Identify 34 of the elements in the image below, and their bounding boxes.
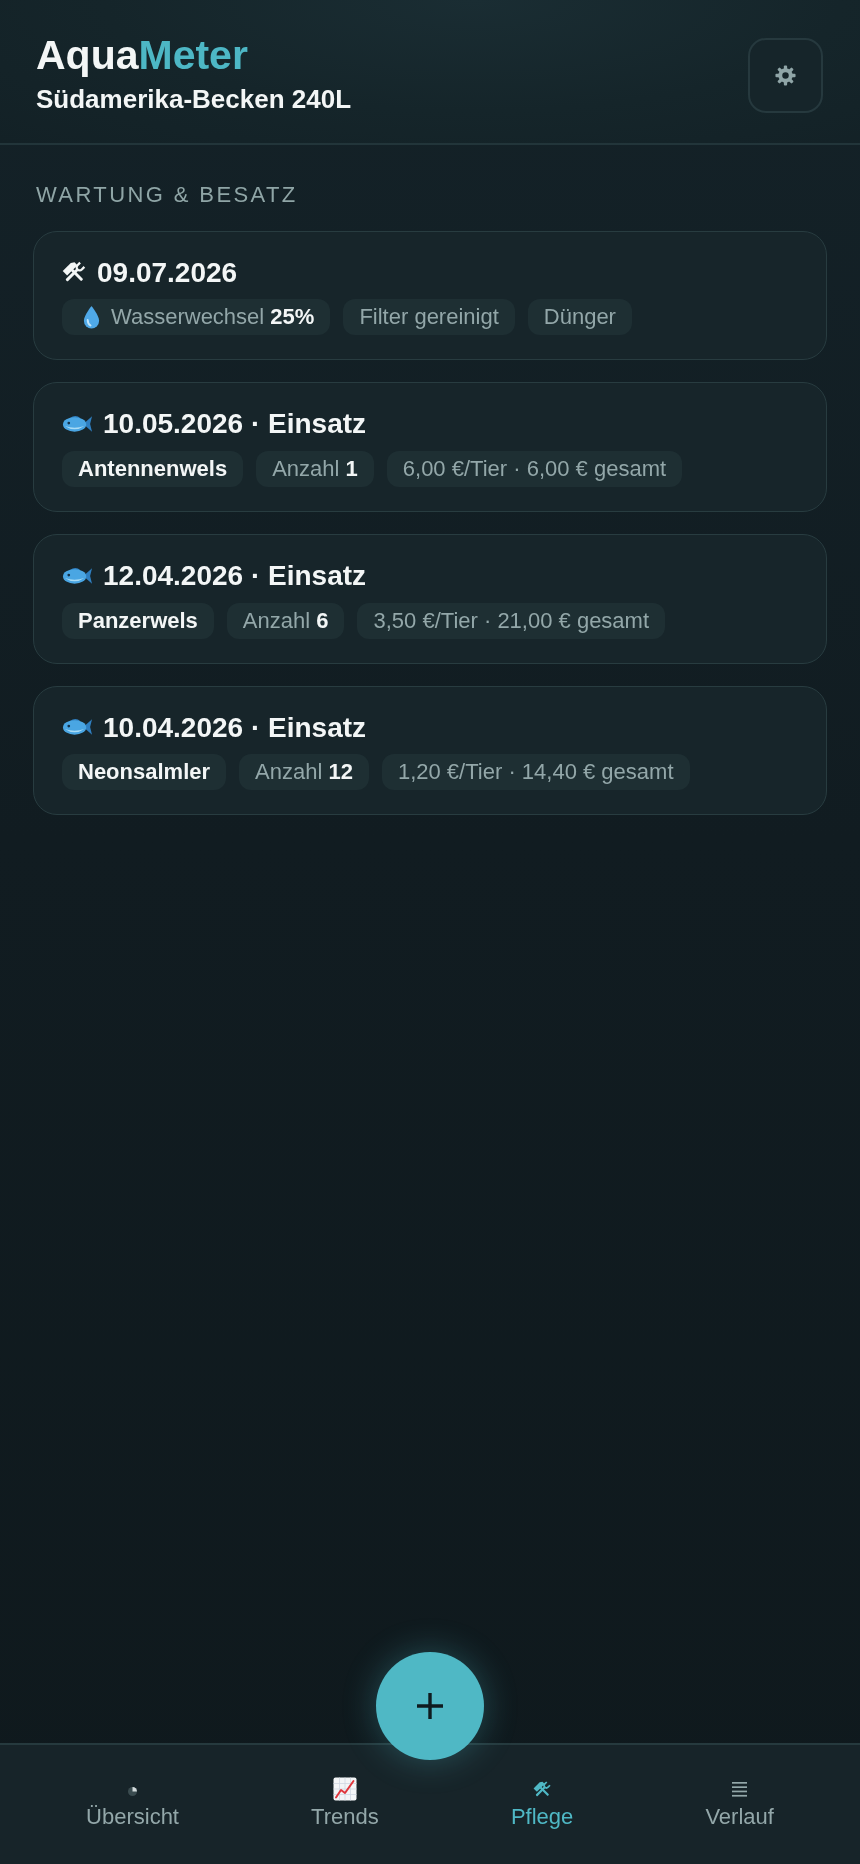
entry-title: 10.05.2026 · Einsatz [103,407,367,441]
nav-tab[interactable]: Trends [311,1777,379,1831]
nav-tab[interactable]: Verlauf [705,1777,774,1831]
species-tag: Panzerwels [62,602,214,639]
fish-icon [62,565,93,586]
species-tag: Neonsalmler [62,754,227,791]
pie-chart-icon [128,1787,137,1796]
plus-icon [417,1693,443,1719]
line-chart-icon [332,1777,357,1801]
price-tag: 6,00 €/Tier · 6,00 € gesamt [386,450,683,487]
task-tag: Filter gereinigt [343,299,515,336]
water-change-text: Wasserwechsel 25% [111,304,315,331]
entry-title: 09.07.2026 [97,255,238,290]
task-tag: Dünger [527,299,632,336]
droplet-icon [82,304,101,330]
count-tag: Anzahl 1 [256,450,374,487]
price-tag: 3,50 €/Tier · 21,00 € gesamt [357,602,666,639]
price-tag: 1,20 €/Tier · 14,40 € gesamt [381,754,690,791]
settings-icon [774,63,797,87]
count-tag: Anzahl 6 [226,602,345,639]
fish-icon [62,717,93,738]
nav-tab[interactable]: Übersicht [86,1777,179,1831]
fish-icon [62,414,93,435]
tools-icon [532,1779,552,1799]
settings-button[interactable] [748,37,823,113]
entry-title: 10.04.2026 · Einsatz [103,710,367,745]
tank-name: Südamerika-Becken 240L [36,84,352,116]
section-title: WARTUNG & BESATZ [36,182,299,209]
count-tag: Anzahl 12 [239,754,369,791]
nav-tab[interactable]: Pflege [510,1777,574,1831]
app-title: AquaMeter [36,31,249,80]
list-icon [732,1781,748,1797]
entry-title: 12.04.2026 · Einsatz [103,558,367,593]
species-tag: Antennenwels [62,450,244,487]
